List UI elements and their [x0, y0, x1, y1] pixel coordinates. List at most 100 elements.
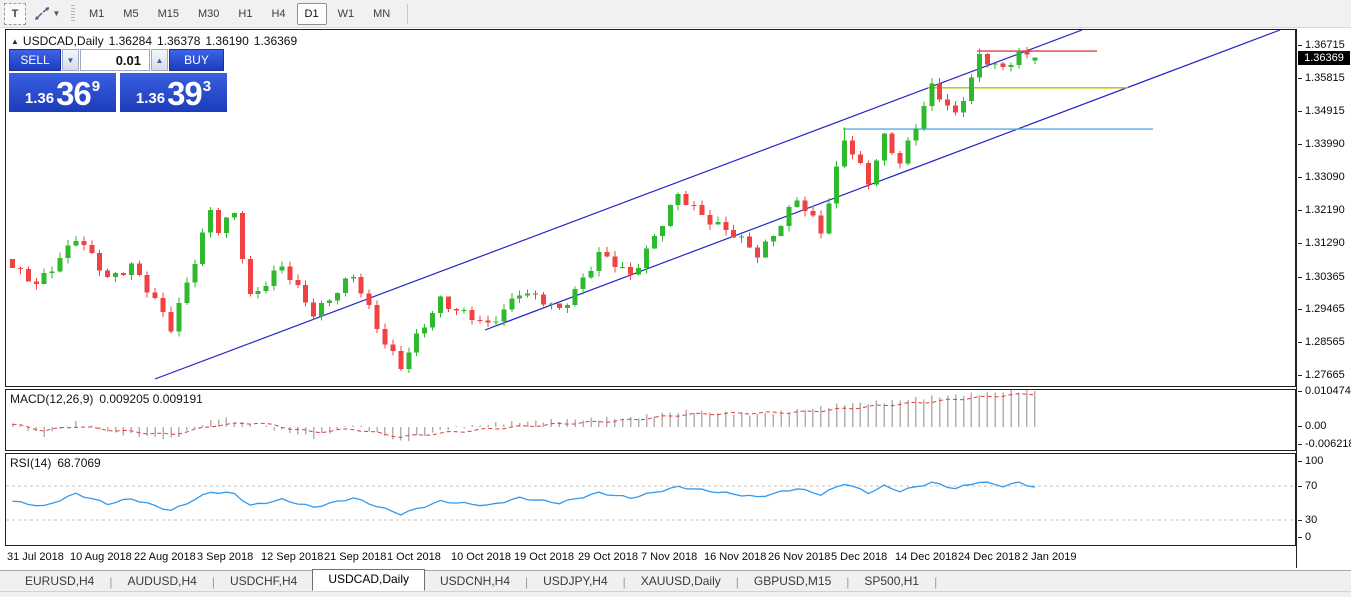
date-label: 1 Oct 2018 — [387, 551, 441, 563]
sell-button[interactable]: SELL — [9, 49, 61, 71]
price-tick: 1.30365 — [1297, 271, 1345, 283]
main-chart-panel[interactable]: ▲ USDCAD,Daily 1.36284 1.36378 1.36190 1.3636… — [5, 29, 1296, 387]
price-tick: 1.35815 — [1297, 72, 1345, 84]
date-label: 22 Aug 2018 — [134, 551, 196, 563]
sell-price-pip: 9 — [91, 78, 101, 95]
price-axis[interactable]: 1.36369 1.36715 1.35815 1.34915 1.33990 1.33… — [1296, 29, 1351, 568]
macd-panel[interactable]: MACD(12,26,9) 0.009205 0.009191 — [5, 389, 1296, 451]
price-tick: 1.29465 — [1297, 303, 1345, 315]
date-label: 24 Dec 2018 — [958, 551, 1021, 563]
buy-price-pip: 3 — [202, 78, 212, 95]
ohlc-open: 1.36284 — [108, 34, 152, 48]
arrows-tool-button[interactable]: ▼ — [29, 3, 65, 25]
date-label: 2 Jan 2019 — [1022, 551, 1077, 563]
timeframe-button-h4[interactable]: H4 — [263, 3, 293, 25]
rsi-chart[interactable] — [6, 454, 1295, 545]
volume-input[interactable] — [80, 49, 150, 71]
date-label: 29 Oct 2018 — [578, 551, 638, 563]
chart-header: ▲ USDCAD,Daily 1.36284 1.36378 1.36190 1.3636… — [11, 34, 302, 48]
date-label: 12 Sep 2018 — [261, 551, 324, 563]
toolbar-grip[interactable] — [71, 4, 75, 23]
rsi-label: RSI(14) 68.7069 — [10, 456, 101, 470]
chart-tab-audusd-h4[interactable]: AUDUSD,H4 — [112, 572, 211, 591]
chart-tab-eurusd-h4[interactable]: EURUSD,H4 — [10, 572, 109, 591]
rsi-value: 68.7069 — [57, 456, 101, 470]
chart-tab-bar: EURUSD,H4 | AUDUSD,H4 | USDCHF,H4 USDCAD,Dail… — [0, 569, 1351, 591]
date-label: 5 Dec 2018 — [831, 551, 888, 563]
timeframe-button-h1[interactable]: H1 — [230, 3, 260, 25]
date-label: 10 Oct 2018 — [451, 551, 511, 563]
chart-tab-usdcad-daily[interactable]: USDCAD,Daily — [312, 569, 425, 591]
sell-price-main: 36 — [56, 75, 92, 112]
price-tick: 1.33990 — [1297, 138, 1345, 150]
rsi-tick: 70 — [1297, 480, 1317, 492]
chart-tab-usdcnh-h4[interactable]: USDCNH,H4 — [425, 572, 525, 591]
one-click-trading-widget: SELL ▼ ▲ BUY 1.36 36 9 1.36 39 3 — [9, 49, 227, 112]
timeframe-button-m15[interactable]: M15 — [150, 3, 187, 25]
timeframe-button-m5[interactable]: M5 — [115, 3, 146, 25]
chart-tab-sp500-h1[interactable]: SP500,H1 — [849, 572, 934, 591]
buy-button[interactable]: BUY — [169, 49, 224, 71]
rsi-line — [12, 481, 1035, 516]
macd-tick: 0.010474 — [1297, 385, 1351, 397]
ohlc-low: 1.36190 — [205, 34, 249, 48]
rsi-tick: 100 — [1297, 455, 1323, 467]
chart-tab-usdjpy-h4[interactable]: USDJPY,H4 — [528, 572, 622, 591]
sell-price-prefix: 1.36 — [24, 90, 55, 107]
date-label: 26 Nov 2018 — [768, 551, 831, 563]
date-label: 3 Sep 2018 — [197, 551, 254, 563]
timeframe-button-d1[interactable]: D1 — [296, 2, 327, 25]
timeframe-button-m30[interactable]: M30 — [190, 3, 227, 25]
price-tick: 1.28565 — [1297, 336, 1345, 348]
macd-tick: 0.00 — [1297, 420, 1326, 432]
text-tool-button[interactable]: T — [4, 2, 26, 25]
chart-tab-usdchf-h4[interactable]: USDCHF,H4 — [215, 572, 312, 591]
toolbar-separator — [407, 3, 409, 24]
tab-divider: | — [934, 575, 938, 589]
channel-upper[interactable] — [154, 30, 1083, 380]
buy-price-prefix: 1.36 — [135, 90, 166, 107]
buy-price-tile[interactable]: 1.36 39 3 — [120, 73, 227, 112]
timeframe-button-mn[interactable]: MN — [365, 3, 398, 25]
rsi-panel[interactable]: RSI(14) 68.7069 — [5, 453, 1296, 546]
macd-name: MACD(12,26,9) — [10, 392, 94, 406]
collapse-triangle-icon[interactable]: ▲ — [11, 37, 19, 46]
rsi-tick: 0 — [1297, 531, 1311, 543]
price-tick: 1.36715 — [1297, 39, 1345, 51]
status-strip — [0, 591, 1351, 597]
rsi-name: RSI(14) — [10, 456, 52, 470]
rsi-tick: 30 — [1297, 514, 1317, 526]
date-label: 19 Oct 2018 — [514, 551, 574, 563]
date-label: 16 Nov 2018 — [704, 551, 767, 563]
ohlc-high: 1.36378 — [157, 34, 201, 48]
timeframe-button-w1[interactable]: W1 — [330, 3, 363, 25]
volume-increase-button[interactable]: ▲ — [151, 49, 168, 71]
sell-price-tile[interactable]: 1.36 36 9 — [9, 73, 116, 112]
toolbar: T ▼ M1 M5 M15 M30 H1 H4 D1 W1 MN — [0, 0, 1351, 28]
buy-price-main: 39 — [167, 75, 203, 112]
price-tick: 1.27665 — [1297, 369, 1345, 381]
chart-tab-gbpusd-m15[interactable]: GBPUSD,M15 — [739, 572, 846, 591]
timeframe-group: M1 M5 M15 M30 H1 H4 D1 W1 MN — [81, 2, 401, 25]
ohlc-close: 1.36369 — [253, 34, 298, 48]
date-label: 10 Aug 2018 — [70, 551, 132, 563]
arrows-icon — [34, 6, 49, 20]
macd-values: 0.009205 0.009191 — [99, 392, 203, 406]
current-price-box: 1.36369 — [1298, 51, 1350, 65]
date-label: 21 Sep 2018 — [324, 551, 387, 563]
macd-tick: -0.006218 — [1297, 438, 1351, 450]
volume-decrease-button[interactable]: ▼ — [62, 49, 79, 71]
date-label: 7 Nov 2018 — [641, 551, 698, 563]
price-tick: 1.31290 — [1297, 237, 1345, 249]
date-label: 31 Jul 2018 — [7, 551, 64, 563]
price-tick: 1.34915 — [1297, 105, 1345, 117]
price-tick: 1.33090 — [1297, 171, 1345, 183]
channel-lower[interactable] — [484, 30, 1281, 331]
price-tick: 1.32190 — [1297, 204, 1345, 216]
timeframe-button-m1[interactable]: M1 — [81, 3, 112, 25]
date-axis[interactable]: 31 Jul 2018 10 Aug 2018 22 Aug 2018 3 Sep 2… — [5, 546, 1294, 568]
date-label: 14 Dec 2018 — [895, 551, 958, 563]
chart-title: USDCAD,Daily — [22, 34, 104, 48]
chart-tab-xauusd-daily[interactable]: XAUUSD,Daily — [626, 572, 736, 591]
macd-label: MACD(12,26,9) 0.009205 0.009191 — [10, 392, 203, 406]
